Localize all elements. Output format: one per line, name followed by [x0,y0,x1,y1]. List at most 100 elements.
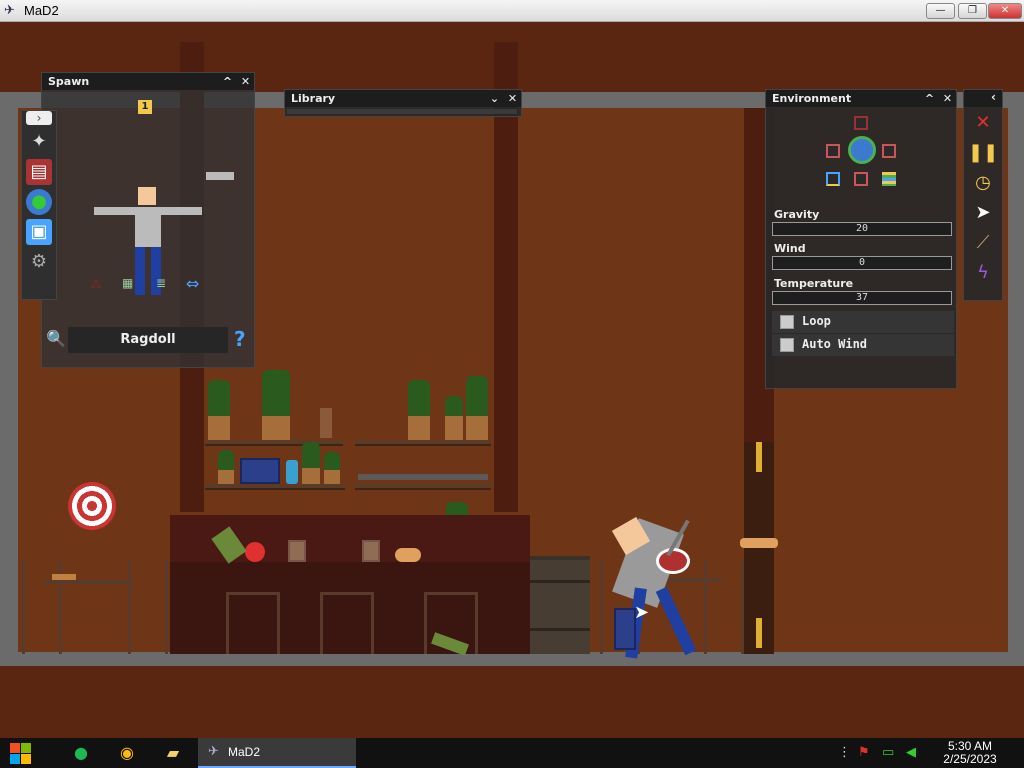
close-button[interactable]: ✕ [988,3,1022,19]
preset-bottom-icon[interactable] [854,172,868,186]
blood-icon[interactable]: ⁂ [90,278,102,292]
spawn-preview[interactable]: 1 ⁂ ▦ ≣ ⇔ [42,90,254,320]
knife-icon[interactable]: ⟋ [968,229,998,257]
preset-right-icon[interactable] [882,144,896,158]
flip-icon[interactable]: ⇔ [186,274,199,293]
tool-bar: ‹ ✕ ❚❚ ◷ ➤ ⟋ ϟ [963,89,1003,301]
globe-icon[interactable] [848,136,876,164]
environment-panel-header[interactable]: Environment ^ ✕ [766,90,956,107]
gravity-label: Gravity [774,208,820,221]
preset-left-icon[interactable] [826,144,840,158]
library-content [287,109,517,114]
window-title: MaD2 [24,3,59,18]
flag-icon[interactable]: ⚑ [858,745,870,760]
bottle[interactable] [445,396,463,440]
plate-item[interactable] [52,574,76,580]
environment-panel-title: Environment [772,92,852,105]
ragdoll-category-icon[interactable]: ✦ [26,129,52,155]
taskbar-app-label: MaD2 [228,745,261,759]
spawn-panel-header[interactable]: Spawn ^ ✕ [42,73,254,90]
small-bottle[interactable] [320,408,332,438]
chrome-icon[interactable]: ◉ [116,742,138,764]
library-panel: Library ⌄ ✕ [284,89,522,117]
preset-box-icon[interactable] [826,172,840,186]
room-left-wall [0,92,18,666]
close-button[interactable]: ✕ [238,74,253,89]
burger-item[interactable] [395,548,421,562]
dropdown-button[interactable]: ⌄ [487,91,502,106]
search-icon[interactable]: 🔍 [46,329,66,348]
window-titlebar: ✈ MaD2 — ❐ ✕ [0,0,1024,22]
bottle[interactable] [262,370,290,440]
grid-icon[interactable]: ▦ [122,276,133,290]
door-hinge [756,442,762,472]
glass[interactable] [362,540,380,562]
delete-icon[interactable]: ✕ [968,109,998,137]
shelf [355,484,491,490]
pause-icon[interactable]: ❚❚ [968,139,998,167]
save-category-icon[interactable]: ▣ [26,219,52,245]
bottle[interactable] [218,450,234,484]
preset-layers-icon[interactable] [882,172,896,186]
box-item[interactable] [614,608,636,650]
glass[interactable] [288,540,306,562]
shotgun-item[interactable] [358,474,488,480]
temperature-input[interactable]: 37 [772,291,952,305]
preview-head [138,187,156,205]
bottle[interactable] [324,452,340,484]
lightning-icon[interactable]: ϟ [968,259,998,287]
folder-icon[interactable]: ▰ [162,742,184,764]
dartboard[interactable] [68,482,116,530]
timer-icon[interactable]: ◷ [968,169,998,197]
barrel[interactable] [530,556,590,654]
can-item[interactable] [286,460,298,484]
apple-item[interactable] [245,542,265,562]
shelf [205,440,343,446]
globe-category-icon[interactable]: ● [26,189,52,215]
toolbar-collapse-button[interactable]: ‹ [964,90,1002,107]
mad2-app-icon: ✈ [208,744,219,759]
auto-wind-checkbox[interactable] [780,338,794,352]
preview-torso [135,207,161,247]
auto-wind-label: Auto Wind [802,337,868,351]
taskbar-clock[interactable]: 5:30 AM 2/25/2023 [930,740,1010,766]
loop-checkbox[interactable] [780,315,794,329]
door-handle[interactable] [740,538,778,548]
bottle[interactable] [466,376,488,440]
maximize-button[interactable]: ❐ [958,3,987,19]
bottle[interactable] [408,380,430,440]
shelf [205,484,345,490]
spotify-icon[interactable]: ● [70,742,92,764]
meat-item[interactable] [656,548,690,574]
spawn-selected-name[interactable]: Ragdoll [68,327,228,353]
collapse-button[interactable]: ^ [922,91,937,106]
start-button[interactable] [10,743,32,765]
door-hinge [756,618,762,648]
auto-wind-row[interactable]: Auto Wind [772,334,954,356]
volume-icon[interactable]: ◀ [906,745,916,760]
loop-row[interactable]: Loop [772,311,954,333]
bottle[interactable] [208,380,230,440]
expand-button[interactable]: › [26,111,52,125]
count-badge: 1 [138,100,152,114]
library-panel-header[interactable]: Library ⌄ ✕ [285,90,521,107]
gear-category-icon[interactable]: ⚙ [26,249,52,275]
bottle[interactable] [302,442,320,484]
help-button[interactable]: ? [234,327,246,351]
cursor-icon[interactable]: ➤ [968,199,998,227]
preview-leg [135,247,145,295]
box-item[interactable] [240,458,280,484]
collapse-button[interactable]: ^ [220,74,235,89]
close-button[interactable]: ✕ [940,91,955,106]
book-category-icon[interactable]: ▤ [26,159,52,185]
wind-input[interactable]: 0 [772,256,952,270]
layers-icon[interactable]: ≣ [156,276,166,290]
overflow-icon[interactable]: ⋮ [838,745,851,760]
preset-top-icon[interactable] [854,116,868,130]
wind-label: Wind [774,242,806,255]
taskbar-app-mad2[interactable]: ✈ MaD2 [198,738,356,768]
network-icon[interactable]: ▭ [882,745,894,760]
minimize-button[interactable]: — [926,3,955,19]
gravity-input[interactable]: 20 [772,222,952,236]
close-button[interactable]: ✕ [505,91,520,106]
